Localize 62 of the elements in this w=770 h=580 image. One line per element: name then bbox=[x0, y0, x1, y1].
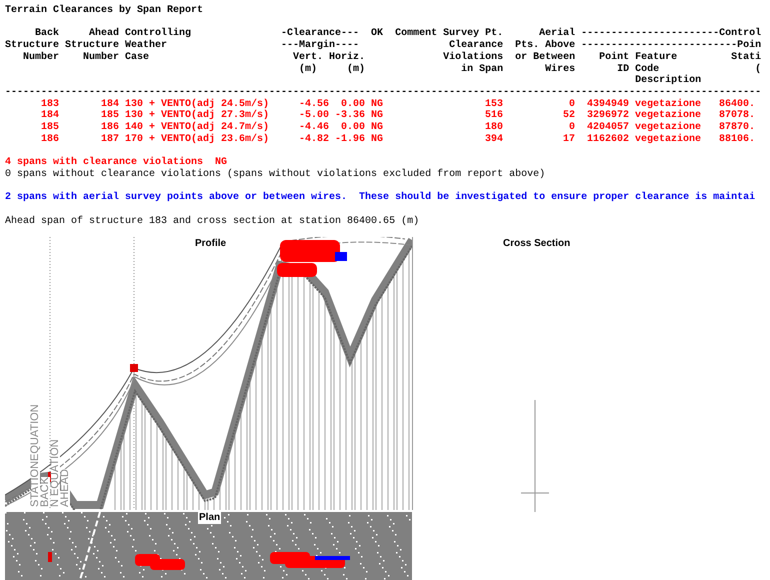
table-cell-text: 3296972 bbox=[586, 110, 630, 122]
table-cell-text: 52 bbox=[562, 110, 576, 122]
table-cell-text: 153 bbox=[484, 98, 504, 110]
table-cell-text: 86400. bbox=[719, 98, 756, 110]
table-cell-text: 394 bbox=[484, 134, 504, 146]
summary-text: 4 spans with clearance violations NG bbox=[5, 157, 228, 168]
table-cell-text: 4204057 bbox=[586, 122, 630, 134]
station-label: AHEAD bbox=[61, 469, 70, 508]
table-cell-text: 187 bbox=[100, 134, 119, 146]
table-header: (m) (m) in Span Wires ID Code ( bbox=[298, 64, 762, 74]
table-cell: NG bbox=[371, 122, 384, 134]
chart-title: Cross Section bbox=[503, 238, 570, 250]
table-cell-text: vegetazione bbox=[635, 122, 702, 134]
table-cell: vegetazione bbox=[635, 134, 702, 146]
table-cell-text: 0 bbox=[568, 98, 576, 110]
table-cell-text: 184 bbox=[100, 98, 119, 110]
table-cell-text: 4394949 bbox=[586, 98, 630, 110]
station-label: BACK bbox=[41, 477, 50, 508]
table-header: ------------------------------------------------------------------------------------------------------------------------------ bbox=[5, 86, 762, 98]
chart-title: Plan bbox=[198, 512, 222, 524]
table-cell-text: 130 + VENTO(adj 27.3m/s) bbox=[125, 110, 270, 122]
table-header: Number Number Case Vert. Horiz. Violations or Between Point Feature Stati bbox=[22, 52, 762, 64]
table-cell-text: 185 bbox=[100, 110, 119, 122]
table-header: Back Ahead Controlling -Clearance--- OK Comment Survey Pt. Aerial -----------------------Control bbox=[34, 28, 762, 40]
table-cell-text: 0.00 bbox=[340, 122, 366, 134]
table-cell: NG bbox=[371, 134, 384, 146]
table-cell-text: 186 bbox=[100, 122, 119, 134]
table-cell-text: 17 bbox=[562, 134, 576, 146]
table-header: Description bbox=[634, 75, 702, 87]
station-label: STATIONEQUATION bbox=[31, 404, 40, 508]
table-cell-text: 1162602 bbox=[586, 134, 630, 146]
table-cell-text: 183 bbox=[40, 98, 59, 110]
table-cell-text: 87078. bbox=[719, 110, 756, 122]
table-header: Structure Structure Weather ---Margin---- Clearance Pts. Above --------------------------Poin bbox=[5, 40, 762, 52]
table-cell: 88106. bbox=[719, 134, 756, 146]
table-cell-text: -3.36 bbox=[334, 110, 366, 122]
table-cell-text: -5.00 bbox=[298, 110, 330, 122]
summary-text: 2 spans with aerial survey points above or between wires. These should be investigated to ensure proper clearance is maintai bbox=[5, 192, 756, 204]
table-cell-text: -1.96 bbox=[334, 134, 366, 146]
table-cell-text: 180 bbox=[484, 122, 504, 134]
table-cell-text: 0.00 bbox=[340, 98, 366, 110]
table-cell-text: NG bbox=[371, 98, 384, 110]
table-cell: 87870. bbox=[719, 122, 756, 134]
table-cell-text: 130 + VENTO(adj 24.5m/s) bbox=[125, 98, 270, 110]
summary-text: 0 spans without clearance violations (spans without violations excluded from report above) bbox=[5, 168, 546, 181]
table-cell-text: 140 + VENTO(adj 24.7m/s) bbox=[125, 122, 270, 134]
station-label: N EQUATION bbox=[51, 440, 60, 508]
table-cell-text: 0 bbox=[568, 122, 576, 134]
table-cell-text: -4.56 bbox=[298, 98, 330, 110]
table-cell-text: vegetazione bbox=[635, 98, 702, 110]
summary-text: Ahead span of structure 183 and cross section at station 86400.65 (m) bbox=[5, 216, 420, 228]
table-cell-text: 516 bbox=[484, 110, 504, 122]
table-cell-text: -4.82 bbox=[298, 134, 330, 146]
chart-title: Profile bbox=[195, 238, 226, 250]
table-cell-text: vegetazione bbox=[635, 110, 702, 122]
table-cell-text: 186 bbox=[40, 134, 59, 146]
table-cell-text: 184 bbox=[40, 110, 59, 122]
table-cell-text: -4.46 bbox=[298, 122, 330, 134]
table-cell-text: NG bbox=[371, 110, 384, 122]
table-cell-text: 185 bbox=[40, 122, 59, 134]
table-cell: 170 + VENTO(adj 23.6m/s) bbox=[125, 134, 270, 146]
report-title: Terrain Clearances by Span Report bbox=[5, 5, 204, 17]
